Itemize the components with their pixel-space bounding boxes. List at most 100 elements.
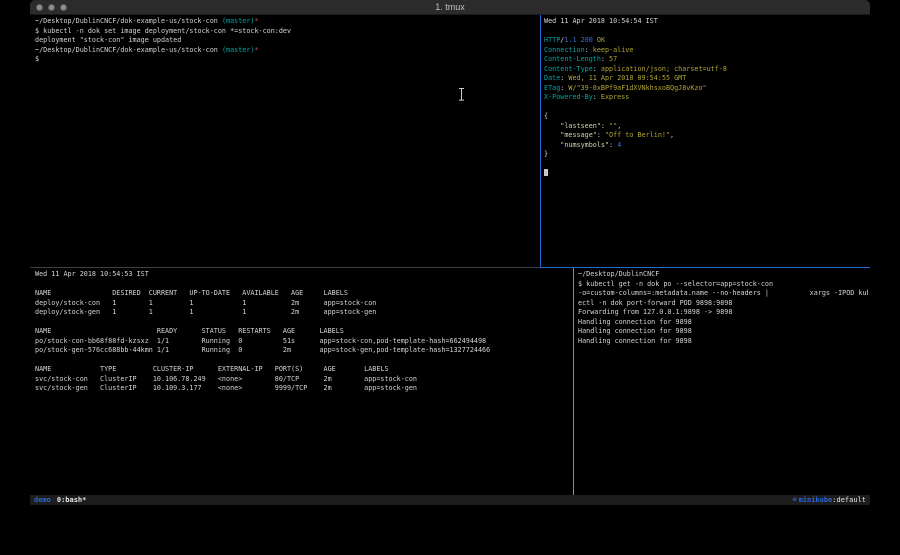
text-segment: HTTP [544,36,560,44]
text-segment: ~/Desktop/DublinCNCF [578,270,659,278]
terminal-line [544,160,868,170]
terminal-line [35,280,571,290]
terminal-line: "message": "Off to Berlin!", [544,131,868,141]
terminal-line: ~/Desktop/DublinCNCF/dok-example-us/stoc… [35,46,540,56]
pane-bottom-left[interactable]: Wed 11 Apr 2018 10:54:53 IST NAME DESIRE… [35,270,571,493]
close-button[interactable] [36,4,43,11]
terminal-line: Wed 11 Apr 2018 10:54:54 IST [544,17,868,27]
kube-context-label: minikube [799,495,833,505]
terminal-line: Content-Length: 57 [544,55,868,65]
text-segment: application/json; charset=utf-8 [597,65,727,73]
pane-top-right[interactable]: Wed 11 Apr 2018 10:54:54 IST HTTP/1.1 20… [544,17,868,267]
text-segment: Handling connection for 9898 [578,327,692,335]
terminal-line: ~/Desktop/DublinCNCF/dok-example-us/stoc… [35,17,540,27]
pane-divider-horizontal-left[interactable] [30,267,540,268]
text-segment: Forwarding from 127.0.0.1:9898 -> 9898 [578,308,732,316]
terminal-line: HTTP/1.1 200 OK [544,36,868,46]
terminal-line [35,318,571,328]
text-segment: , [617,122,621,130]
terminal-line: -o=custom-columns=:metadata.name --no-he… [578,289,868,299]
text-segment: , [670,131,674,139]
terminal-line: Wed 11 Apr 2018 10:54:53 IST [35,270,571,280]
pane-divider-vertical-bottom[interactable] [573,268,574,495]
terminal-line: deploy/stock-gen 1 1 1 1 2m app=stock-ge… [35,308,571,318]
text-segment: Wed, 11 Apr 2018 09:54:55 GMT [564,74,686,82]
text-segment: "Off to Berlin!" [605,131,670,139]
text-segment: X-Powered-By [544,93,593,101]
terminal-line: Connection: keep-alive [544,46,868,56]
terminal-line: $ [35,55,540,65]
block-cursor [544,169,548,176]
kubernetes-icon: ☸ [792,495,796,505]
text-segment: OK [597,36,605,44]
status-bar-left: demo 0:bash* [34,495,86,505]
pane-bottom-right[interactable]: ~/Desktop/DublinCNCF $ kubectl get -n dok… [578,270,868,493]
text-segment: "numsymbols" [560,141,609,149]
pane-divider-horizontal-right[interactable] [540,267,870,268]
text-segment: * [254,17,258,25]
text-segment [544,131,560,139]
text-segment: Date [544,74,560,82]
terminal-line: Date: Wed, 11 Apr 2018 09:54:55 GMT [544,74,868,84]
pane-top-left[interactable]: ~/Desktop/DublinCNCF/dok-example-us/stoc… [35,17,540,267]
terminal-line: svc/stock-gen ClusterIP 10.109.3.177 <no… [35,384,571,394]
minimize-button[interactable] [48,4,55,11]
tmux-session-name: demo [34,495,51,505]
text-segment: po/stock-gen-576cc688bb-44kmn 1/1 Runnin… [35,346,490,354]
terminal-line: Handling connection for 9898 [578,327,868,337]
terminal-window: 1. tmux ~/Desktop/DublinCNCF/dok-example… [30,0,870,507]
terminal-line: NAME TYPE CLUSTER-IP EXTERNAL-IP PORT(S)… [35,365,571,375]
text-segment: $ [35,55,39,63]
text-segment: svc/stock-con ClusterIP 10.106.78.249 <n… [35,375,417,383]
terminal-line: { [544,112,868,122]
text-segment: $ kubectl get -n dok po --selector=app=s… [578,280,773,288]
terminal-line [544,27,868,37]
tmux-window-label[interactable]: 0:bash* [57,495,87,505]
terminal-line: Handling connection for 9898 [578,337,868,347]
status-bar-right: ☸ minikube :default [792,495,866,505]
terminal-line: Handling connection for 9898 [578,318,868,328]
terminal-line: $ kubectl get -n dok po --selector=app=s… [578,280,868,290]
text-segment: 57 [605,55,617,63]
terminal-line: Content-Type: application/json; charset=… [544,65,868,75]
text-segment: Handling connection for 9898 [578,337,692,345]
text-segment: NAME DESIRED CURRENT UP-TO-DATE AVAILABL… [35,289,348,297]
terminal-line: "numsymbols": 4 [544,141,868,151]
terminal-line: Forwarding from 127.0.0.1:9898 -> 9898 [578,308,868,318]
text-segment: $ kubectl -n dok set image deployment/st… [35,27,291,35]
terminal-line: "lastseen": "", [544,122,868,132]
text-segment: Content-Length [544,55,601,63]
window-title: 1. tmux [435,2,465,12]
terminal-line: $ kubectl -n dok set image deployment/st… [35,27,540,37]
kube-namespace-label: :default [832,495,866,505]
zoom-button[interactable] [60,4,67,11]
text-segment: Content-Type [544,65,593,73]
terminal-line: svc/stock-con ClusterIP 10.106.78.249 <n… [35,375,571,385]
text-segment: po/stock-con-bb68f88fd-kzsxz 1/1 Running… [35,337,486,345]
terminal-line: deploy/stock-con 1 1 1 1 2m app=stock-co… [35,299,571,309]
text-segment: "" [609,122,617,130]
window-titlebar[interactable]: 1. tmux [30,0,870,15]
text-segment: 1.1 [564,36,576,44]
text-segment: : [597,131,605,139]
terminal-line: X-Powered-By: Express [544,93,868,103]
terminal-line: po/stock-gen-576cc688bb-44kmn 1/1 Runnin… [35,346,571,356]
text-segment: (master) [222,46,255,54]
terminal-line: NAME READY STATUS RESTARTS AGE LABELS [35,327,571,337]
pane-divider-vertical-top[interactable] [540,15,541,267]
text-segment: NAME READY STATUS RESTARTS AGE LABELS [35,327,344,335]
terminal-line: ~/Desktop/DublinCNCF [578,270,868,280]
terminal-line: } [544,150,868,160]
text-segment: ~/Desktop/DublinCNCF/dok-example-us/stoc… [35,17,222,25]
text-segment: : [601,122,609,130]
text-segment: * [254,46,258,54]
text-segment: 4 [617,141,621,149]
text-segment: Express [597,93,630,101]
text-segment: } [544,150,548,158]
terminal-line: ETag: W/"39-0xBPf9aF1dXVNkhsxoBQgJ8vKzo" [544,84,868,94]
terminal-line [35,356,571,366]
text-segment: deploy/stock-con 1 1 1 1 2m app=stock-co… [35,299,376,307]
desktop-background: 1. tmux ~/Desktop/DublinCNCF/dok-example… [0,0,900,555]
text-segment: 200 [581,36,593,44]
text-segment: "message" [560,131,597,139]
